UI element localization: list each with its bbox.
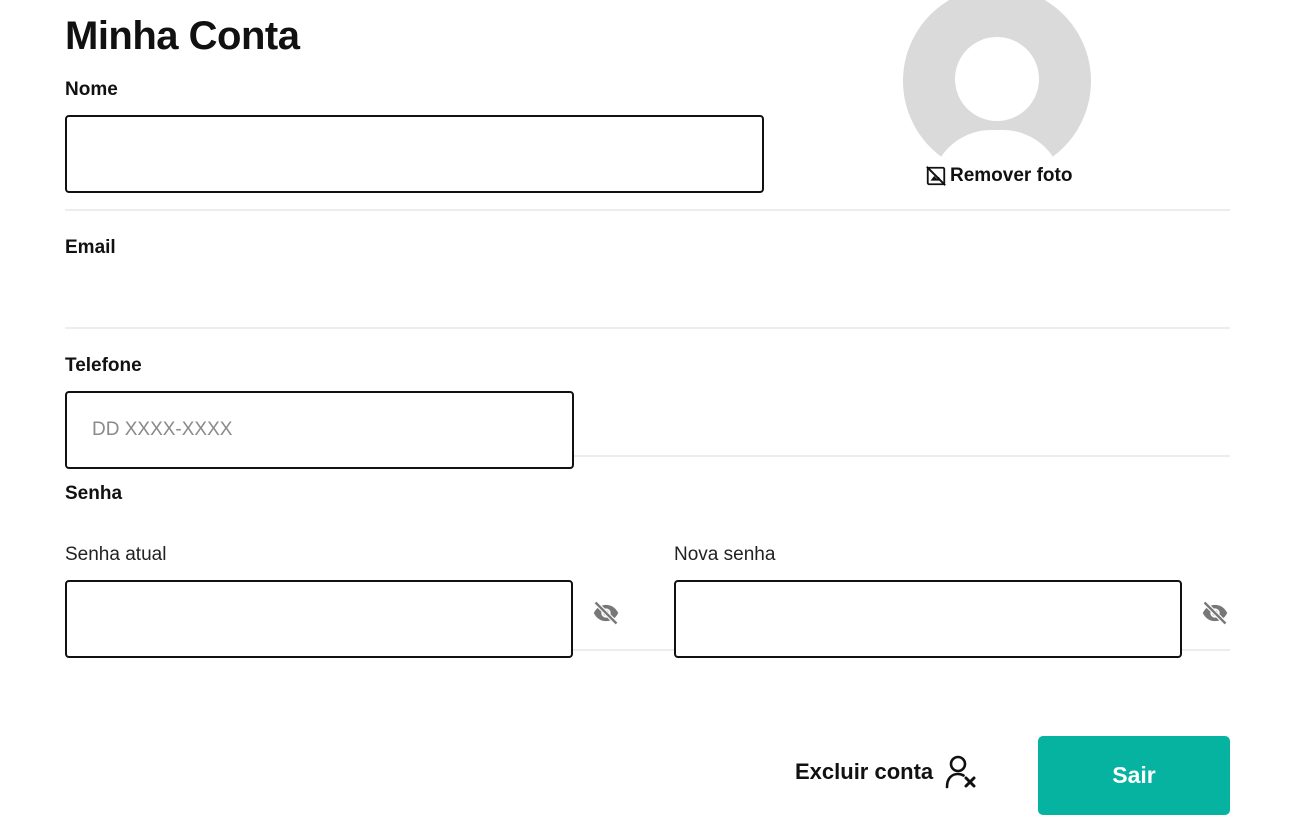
page-title: Minha Conta — [65, 14, 300, 58]
avatar[interactable] — [903, 0, 1091, 175]
logout-button[interactable]: Sair — [1038, 736, 1230, 815]
current-password-label: Senha atual — [65, 544, 167, 565]
current-password-field[interactable] — [65, 580, 573, 658]
password-section-label: Senha — [65, 483, 123, 504]
divider — [65, 327, 1230, 329]
delete-account-label: Excluir conta — [795, 759, 934, 784]
remove-photo-button[interactable]: Remover foto — [925, 165, 1072, 187]
email-label: Email — [65, 237, 116, 258]
phone-label: Telefone — [65, 355, 142, 376]
new-password-field[interactable] — [674, 580, 1182, 658]
divider — [65, 209, 1230, 211]
name-label: Nome — [65, 79, 118, 100]
remove-photo-label: Remover foto — [950, 165, 1073, 186]
no-photo-icon — [926, 166, 946, 186]
delete-account-button[interactable]: Excluir conta — [795, 755, 977, 789]
account-page: Minha Conta Remover foto Nome Email Tele… — [0, 0, 1295, 832]
avatar-head-shape — [955, 37, 1039, 121]
new-password-label: Nova senha — [674, 544, 776, 565]
user-remove-icon — [945, 755, 976, 789]
name-field[interactable] — [65, 115, 764, 193]
eye-off-icon[interactable] — [1201, 599, 1229, 627]
phone-field[interactable] — [65, 391, 574, 469]
eye-off-icon[interactable] — [592, 599, 620, 627]
